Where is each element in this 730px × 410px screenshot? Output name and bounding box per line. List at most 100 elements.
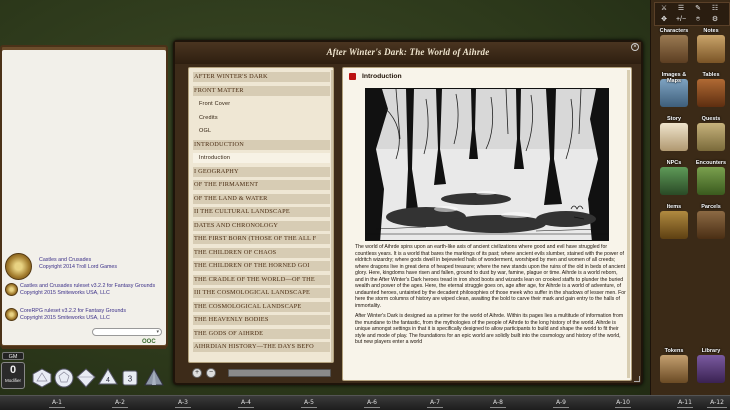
sidebar-button-quests[interactable]: Quests bbox=[693, 116, 729, 156]
sidebar-button-characters[interactable]: Characters bbox=[656, 28, 692, 68]
d8-icon[interactable]: 4 bbox=[98, 368, 118, 388]
toc-search-input[interactable] bbox=[228, 369, 331, 377]
toc-chapter[interactable]: The Children of the Horned Goi bbox=[193, 261, 330, 271]
chat-module-entry: Castles and Crusades ruleset v3.2.2 for … bbox=[5, 283, 165, 303]
sidebar-button-notes[interactable]: Notes bbox=[693, 28, 729, 68]
quests-icon bbox=[697, 123, 725, 151]
resize-handle[interactable] bbox=[634, 376, 640, 382]
toc-subitem[interactable]: Front Cover bbox=[193, 99, 330, 109]
toc-subitem[interactable]: OGL bbox=[193, 126, 330, 136]
npcs-icon bbox=[660, 167, 688, 195]
modifiers-icon[interactable]: +/− bbox=[675, 15, 687, 25]
chat-module-entry: CoreRPG ruleset v3.2.2 for Fantasy Groun… bbox=[5, 308, 165, 328]
toc-subitem[interactable]: Introduction bbox=[193, 153, 330, 163]
chevron-down-icon[interactable]: ▾ bbox=[156, 329, 159, 335]
tokens-icon bbox=[660, 355, 688, 383]
sidebar-button-label: Characters bbox=[659, 28, 689, 34]
hotkey-slot[interactable]: A-7 bbox=[426, 397, 444, 408]
hotkey-slot[interactable]: A-4 bbox=[237, 397, 255, 408]
hotkey-slot[interactable]: A-8 bbox=[489, 397, 507, 408]
hotkey-slot[interactable]: A-5 bbox=[300, 397, 318, 408]
toc-scrollbar[interactable] bbox=[331, 70, 333, 362]
toc-chapter[interactable]: After Winter's Dark bbox=[193, 72, 330, 82]
modifier-box[interactable]: 0 Modifier bbox=[1, 362, 25, 389]
add-button[interactable]: + bbox=[192, 368, 202, 378]
sidebar-button-label: Tables bbox=[702, 72, 720, 78]
table-of-contents[interactable]: After Winter's Dark Front Matter Front Cov… bbox=[188, 67, 334, 363]
hotkey-slot[interactable]: A-1 bbox=[48, 397, 66, 408]
toc-chapter[interactable]: The Gods of Aihrde bbox=[193, 328, 330, 339]
content-page[interactable]: Introduction The world of Aihrde spins u… bbox=[342, 67, 632, 381]
toc-chapter[interactable]: Of the Firmament bbox=[193, 180, 330, 190]
list-icon[interactable]: ☰ bbox=[675, 4, 687, 14]
modifier-value: 0 bbox=[9, 364, 17, 376]
toc-chapter[interactable]: The Heavenly Bodies bbox=[193, 315, 330, 325]
toc-chapter[interactable]: Introduction bbox=[193, 139, 330, 150]
ruleset-logo-icon bbox=[5, 308, 18, 321]
d10-icon[interactable] bbox=[76, 368, 96, 388]
ooc-toggle[interactable]: OOC bbox=[142, 339, 156, 345]
grid-icon[interactable]: ☷ bbox=[709, 4, 721, 14]
toc-chapter[interactable]: The Cosmological Landscape bbox=[193, 301, 330, 312]
toc-chapter[interactable]: III The Cosmological Landscape bbox=[193, 288, 330, 298]
sidebar-button-parcels[interactable]: Parcels bbox=[693, 204, 729, 244]
toc-chapter[interactable]: Dates and Chronology bbox=[193, 220, 330, 231]
content-scrollbar[interactable] bbox=[627, 70, 630, 378]
hotkey-slot[interactable]: A-2 bbox=[111, 397, 129, 408]
pencil-icon[interactable]: ✎ bbox=[692, 4, 704, 14]
hotkey-slot[interactable]: A-3 bbox=[174, 397, 192, 408]
d12-icon[interactable] bbox=[54, 368, 74, 388]
hotkey-slot[interactable]: A-12 bbox=[706, 397, 728, 408]
gear-icon[interactable]: ⚙ bbox=[709, 15, 721, 25]
sidebar-button-npcs[interactable]: NPCs bbox=[656, 160, 692, 200]
story-link-icon[interactable] bbox=[349, 73, 356, 80]
modifier-label: Modifier bbox=[4, 378, 21, 383]
toc-chapter[interactable]: The First Born (Those of the All F bbox=[193, 234, 330, 244]
characters-icon bbox=[660, 35, 688, 63]
sidebar-button-tokens[interactable]: Tokens bbox=[656, 348, 692, 388]
module-name: CoreRPG ruleset v3.2.2 for Fantasy Groun… bbox=[20, 308, 126, 314]
page-body: The world of Aihrde spins upon an earth-… bbox=[355, 244, 627, 350]
toc-chapter[interactable]: Of the Land & Water bbox=[193, 193, 330, 204]
castles-crusades-logo-icon bbox=[5, 253, 32, 280]
window-title-bar[interactable]: After Winter's Dark: The World of Aihrde… bbox=[175, 42, 641, 64]
toc-chapter[interactable]: Front Matter bbox=[193, 85, 330, 96]
target-icon[interactable]: ⌾ bbox=[692, 15, 704, 25]
hotkey-slot[interactable]: A-6 bbox=[363, 397, 381, 408]
toc-chapter[interactable]: Aihrdian History—The Days Befo bbox=[193, 342, 330, 352]
chat-frame-border bbox=[2, 347, 166, 349]
hotkey-slot[interactable]: A-11 bbox=[676, 397, 694, 408]
sidebar-button-items[interactable]: Items bbox=[656, 204, 692, 244]
remove-button[interactable]: − bbox=[206, 368, 216, 378]
combat-tracker-icon[interactable]: ⚔ bbox=[658, 4, 670, 14]
toc-chapter[interactable]: The Children of Chaos bbox=[193, 247, 330, 258]
toc-chapter[interactable]: II The Cultural Landscape bbox=[193, 207, 330, 217]
module-copyright: Copyright 2014 Troll Lord Games bbox=[39, 264, 118, 270]
chat-log[interactable]: Castles and Crusades Copyright 2014 Trol… bbox=[2, 50, 166, 345]
chat-input[interactable]: ▾ bbox=[92, 328, 162, 336]
close-button[interactable]: × bbox=[631, 43, 639, 51]
sidebar-button-encounters[interactable]: Encounters bbox=[693, 160, 729, 200]
page-title: Introduction bbox=[362, 73, 402, 80]
toc-subitem[interactable]: Credits bbox=[193, 113, 330, 123]
ruleset-logo-icon bbox=[5, 283, 18, 296]
reference-manual-window[interactable]: After Winter's Dark: The World of Aihrde… bbox=[173, 40, 643, 385]
d4-icon[interactable] bbox=[144, 368, 164, 388]
sidebar-button-images-maps[interactable]: Images & Maps bbox=[656, 72, 692, 112]
sidebar-button-story[interactable]: Story bbox=[656, 116, 692, 156]
chat-window: Castles and Crusades Copyright 2014 Trol… bbox=[0, 45, 168, 349]
toc-chapter[interactable]: The Cradle of the World—of the bbox=[193, 274, 330, 285]
items-icon bbox=[660, 211, 688, 239]
effects-icon[interactable]: ✥ bbox=[658, 15, 670, 25]
sidebar-button-tables[interactable]: Tables bbox=[693, 72, 729, 112]
hotkey-slot[interactable]: A-10 bbox=[614, 397, 632, 408]
paragraph: After Winter's Dark is designed as a pri… bbox=[355, 313, 624, 345]
d6-icon[interactable]: 3 bbox=[120, 368, 140, 388]
gm-mode-badge: GM bbox=[2, 352, 24, 360]
sidebar-toolbar: ⚔ ☰ ✎ ☷ ✥ +/− ⌾ ⚙ bbox=[654, 2, 730, 26]
d20-icon[interactable] bbox=[32, 368, 52, 388]
sidebar-button-library[interactable]: Library bbox=[693, 348, 729, 388]
sidebar: ⚔ ☰ ✎ ☷ ✥ +/− ⌾ ⚙ Characters Notes Image… bbox=[650, 0, 730, 395]
hotkey-slot[interactable]: A-9 bbox=[552, 397, 570, 408]
toc-chapter[interactable]: I Geography bbox=[193, 166, 330, 177]
